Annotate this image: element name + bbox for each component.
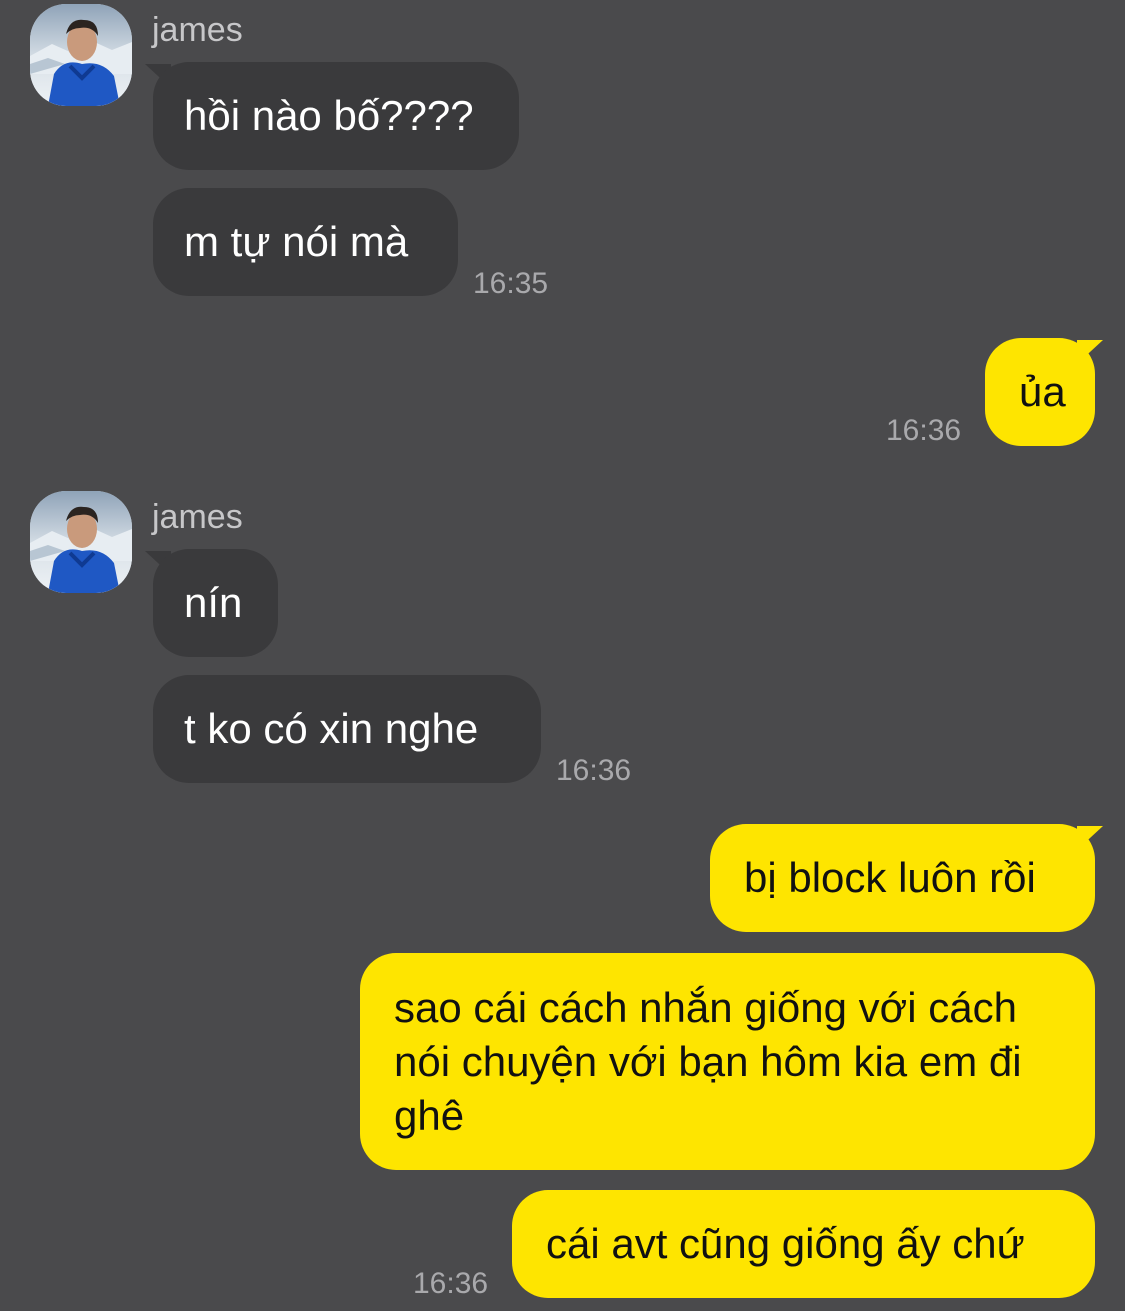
- message-timestamp: 16:35: [473, 267, 549, 300]
- avatar-photo-icon: [30, 4, 132, 106]
- avatar-photo-icon: [30, 491, 132, 593]
- sender-avatar[interactable]: [30, 491, 132, 593]
- outgoing-message[interactable]: bị block luôn rồi: [710, 824, 1095, 932]
- message-timestamp: 16:36: [556, 754, 632, 787]
- sender-avatar[interactable]: [30, 4, 132, 106]
- incoming-message[interactable]: m tự nói mà: [153, 188, 458, 296]
- outgoing-message[interactable]: cái avt cũng giống ấy chứ: [512, 1190, 1095, 1298]
- outgoing-message[interactable]: sao cái cách nhắn giống với cách nói chu…: [360, 953, 1095, 1170]
- message-timestamp: 16:36: [413, 1267, 489, 1300]
- incoming-message[interactable]: t ko có xin nghe: [153, 675, 541, 783]
- outgoing-message[interactable]: ủa: [985, 338, 1095, 446]
- incoming-message[interactable]: hồi nào bố????: [153, 62, 519, 170]
- message-timestamp: 16:36: [886, 414, 962, 447]
- sender-name: james: [152, 11, 243, 49]
- incoming-message[interactable]: nín: [153, 549, 278, 657]
- sender-name: james: [152, 498, 243, 536]
